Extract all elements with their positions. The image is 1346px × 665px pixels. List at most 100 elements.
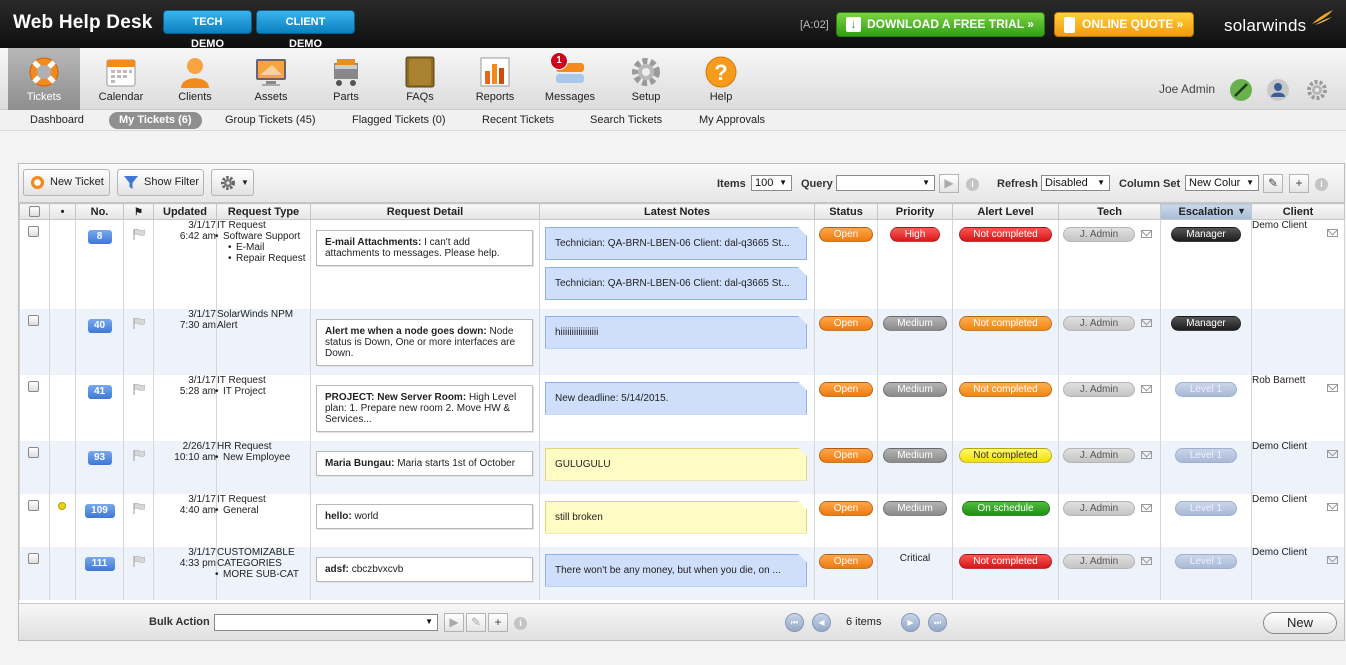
- select-all-header[interactable]: [19, 203, 50, 220]
- request-detail[interactable]: Alert me when a node goes down: Node sta…: [316, 318, 533, 366]
- tech-demo-button[interactable]: TECH DEMO: [163, 10, 252, 50]
- dot-header[interactable]: •: [49, 203, 76, 220]
- flag-icon[interactable]: [132, 555, 146, 567]
- latest-notes-header[interactable]: Latest Notes: [539, 203, 815, 220]
- mail-icon[interactable]: [1327, 383, 1338, 392]
- info-icon[interactable]: i: [1315, 178, 1328, 191]
- tech-badge[interactable]: J. Admin: [1063, 447, 1135, 463]
- row-checkbox[interactable]: [28, 314, 39, 326]
- mail-icon[interactable]: [1327, 555, 1338, 564]
- table-row[interactable]: 413/1/175:28 amIT RequestIT ProjectPROJE…: [19, 374, 1345, 441]
- table-row[interactable]: 1093/1/174:40 amIT RequestGeneralhello: …: [19, 493, 1345, 547]
- row-checkbox[interactable]: [28, 446, 39, 458]
- mail-icon[interactable]: [1327, 449, 1338, 458]
- note-item[interactable]: There won't be any money, but when you d…: [545, 554, 807, 587]
- nav-faqs[interactable]: FAQs: [384, 48, 456, 110]
- bulk-edit-button[interactable]: ✎: [466, 613, 486, 632]
- subnav-my-approvals[interactable]: My Approvals: [689, 112, 775, 129]
- subnav-search-tickets[interactable]: Search Tickets: [580, 112, 672, 129]
- escalation-header[interactable]: Escalation ▼: [1160, 203, 1252, 220]
- table-row[interactable]: 8 3/1/176:42 amIT RequestSoftware Support…: [19, 219, 1345, 309]
- refresh-select[interactable]: Disabled ▼: [1041, 175, 1110, 191]
- nav-parts[interactable]: Parts: [310, 48, 382, 110]
- tech-header[interactable]: Tech: [1058, 203, 1161, 220]
- request-detail[interactable]: Maria Bungau: Maria starts 1st of Octobe…: [316, 450, 533, 476]
- show-filter-button[interactable]: Show Filter: [117, 169, 204, 196]
- nav-setup[interactable]: Setup: [610, 48, 682, 110]
- mail-icon[interactable]: [1327, 229, 1338, 237]
- tech-badge[interactable]: J. Admin: [1063, 227, 1135, 242]
- nav-help[interactable]: ? Help: [685, 48, 757, 110]
- flag-icon[interactable]: [132, 317, 146, 329]
- new-ticket-footer-button[interactable]: New: [1263, 612, 1337, 634]
- priority-header[interactable]: Priority: [877, 203, 953, 220]
- nav-reports[interactable]: Reports: [459, 48, 531, 110]
- mail-icon[interactable]: [1141, 503, 1152, 512]
- table-row[interactable]: 932/26/1710:10 amHR RequestNew EmployeeM…: [19, 440, 1345, 494]
- table-row[interactable]: 111 3/1/174:33 pmCUSTOMIZABLE CATEGORIESM…: [19, 546, 1345, 600]
- subnav-dashboard[interactable]: Dashboard: [20, 112, 94, 129]
- subnav-flagged-tickets[interactable]: Flagged Tickets (0): [342, 112, 456, 129]
- status-header[interactable]: Status: [814, 203, 878, 220]
- updated-header[interactable]: Updated: [153, 203, 217, 220]
- note-item[interactable]: Technician: QA-BRN-LBEN-06 Client: dal-q…: [545, 227, 807, 260]
- mail-icon[interactable]: [1327, 502, 1338, 511]
- request-detail-header[interactable]: Request Detail: [310, 203, 540, 220]
- client-demo-button[interactable]: CLIENT DEMO: [256, 10, 355, 50]
- info-icon[interactable]: i: [966, 178, 979, 191]
- download-trial-button[interactable]: ↓ DOWNLOAD A FREE TRIAL »: [836, 12, 1045, 37]
- request-detail[interactable]: hello: world: [316, 503, 533, 529]
- account-icon[interactable]: [1266, 78, 1290, 102]
- bulk-run-button[interactable]: ▶: [444, 613, 464, 632]
- request-type-header[interactable]: Request Type: [216, 203, 311, 220]
- tech-badge[interactable]: J. Admin: [1063, 553, 1135, 569]
- bulk-add-button[interactable]: +: [488, 613, 508, 632]
- tech-badge[interactable]: J. Admin: [1063, 381, 1135, 397]
- table-row[interactable]: 40 3/1/17 7:30 am SolarWinds NPM Alert Alert…: [19, 308, 1345, 375]
- client-name[interactable]: Demo Client: [1252, 547, 1307, 558]
- row-checkbox[interactable]: [28, 380, 39, 392]
- edit-column-set-button[interactable]: ✎: [1263, 174, 1283, 193]
- client-header[interactable]: Client: [1251, 203, 1345, 220]
- client-name[interactable]: Demo Client: [1252, 220, 1307, 231]
- select-all-checkbox[interactable]: [29, 206, 40, 218]
- status-icon[interactable]: [1229, 78, 1253, 102]
- alert-level-header[interactable]: Alert Level: [952, 203, 1059, 220]
- flag-header[interactable]: ⚑: [123, 203, 154, 220]
- subnav-group-tickets[interactable]: Group Tickets (45): [215, 112, 325, 129]
- mail-icon[interactable]: [1141, 318, 1152, 327]
- bulk-action-select[interactable]: ▼: [214, 614, 438, 631]
- flag-icon[interactable]: [132, 383, 146, 395]
- last-page-button[interactable]: ⏭: [928, 613, 947, 632]
- no-header[interactable]: No.: [75, 203, 124, 220]
- ticket-number[interactable]: 109: [84, 503, 115, 518]
- ticket-number[interactable]: 41: [87, 384, 112, 399]
- mail-icon[interactable]: [1141, 384, 1152, 393]
- info-icon[interactable]: i: [514, 617, 527, 630]
- client-name[interactable]: Demo Client: [1252, 494, 1307, 505]
- settings-gear-icon[interactable]: [1305, 78, 1329, 102]
- items-select[interactable]: 100 ▼: [751, 175, 792, 191]
- ticket-number[interactable]: 93: [87, 450, 112, 465]
- flag-icon[interactable]: [132, 449, 146, 461]
- note-item[interactable]: hiiiiiiiiiiiiiiiii: [545, 316, 807, 349]
- request-detail[interactable]: PROJECT: New Server Room: High Level pla…: [316, 384, 533, 432]
- next-page-button[interactable]: ▶: [901, 613, 920, 632]
- ticket-number[interactable]: 40: [87, 318, 112, 333]
- flag-icon[interactable]: [132, 228, 146, 240]
- run-query-button[interactable]: ▶: [939, 174, 959, 193]
- first-page-button[interactable]: ⏮: [785, 613, 804, 632]
- client-name[interactable]: Demo Client: [1252, 441, 1307, 452]
- row-checkbox[interactable]: [28, 552, 39, 564]
- flag-icon[interactable]: [132, 502, 146, 514]
- request-detail[interactable]: adsf: cbczbvxcvb: [316, 556, 533, 582]
- nav-calendar[interactable]: Calendar: [85, 48, 157, 110]
- nav-messages[interactable]: 1 Messages: [534, 48, 606, 110]
- note-item[interactable]: GULUGULU: [545, 448, 807, 481]
- nav-clients[interactable]: Clients: [159, 48, 231, 110]
- online-quote-button[interactable]: ONLINE QUOTE »: [1054, 12, 1194, 37]
- query-select[interactable]: ▼: [836, 175, 935, 191]
- nav-assets[interactable]: Assets: [235, 48, 307, 110]
- column-set-select[interactable]: New Colur ▼: [1185, 175, 1259, 191]
- subnav-recent-tickets[interactable]: Recent Tickets: [472, 112, 564, 129]
